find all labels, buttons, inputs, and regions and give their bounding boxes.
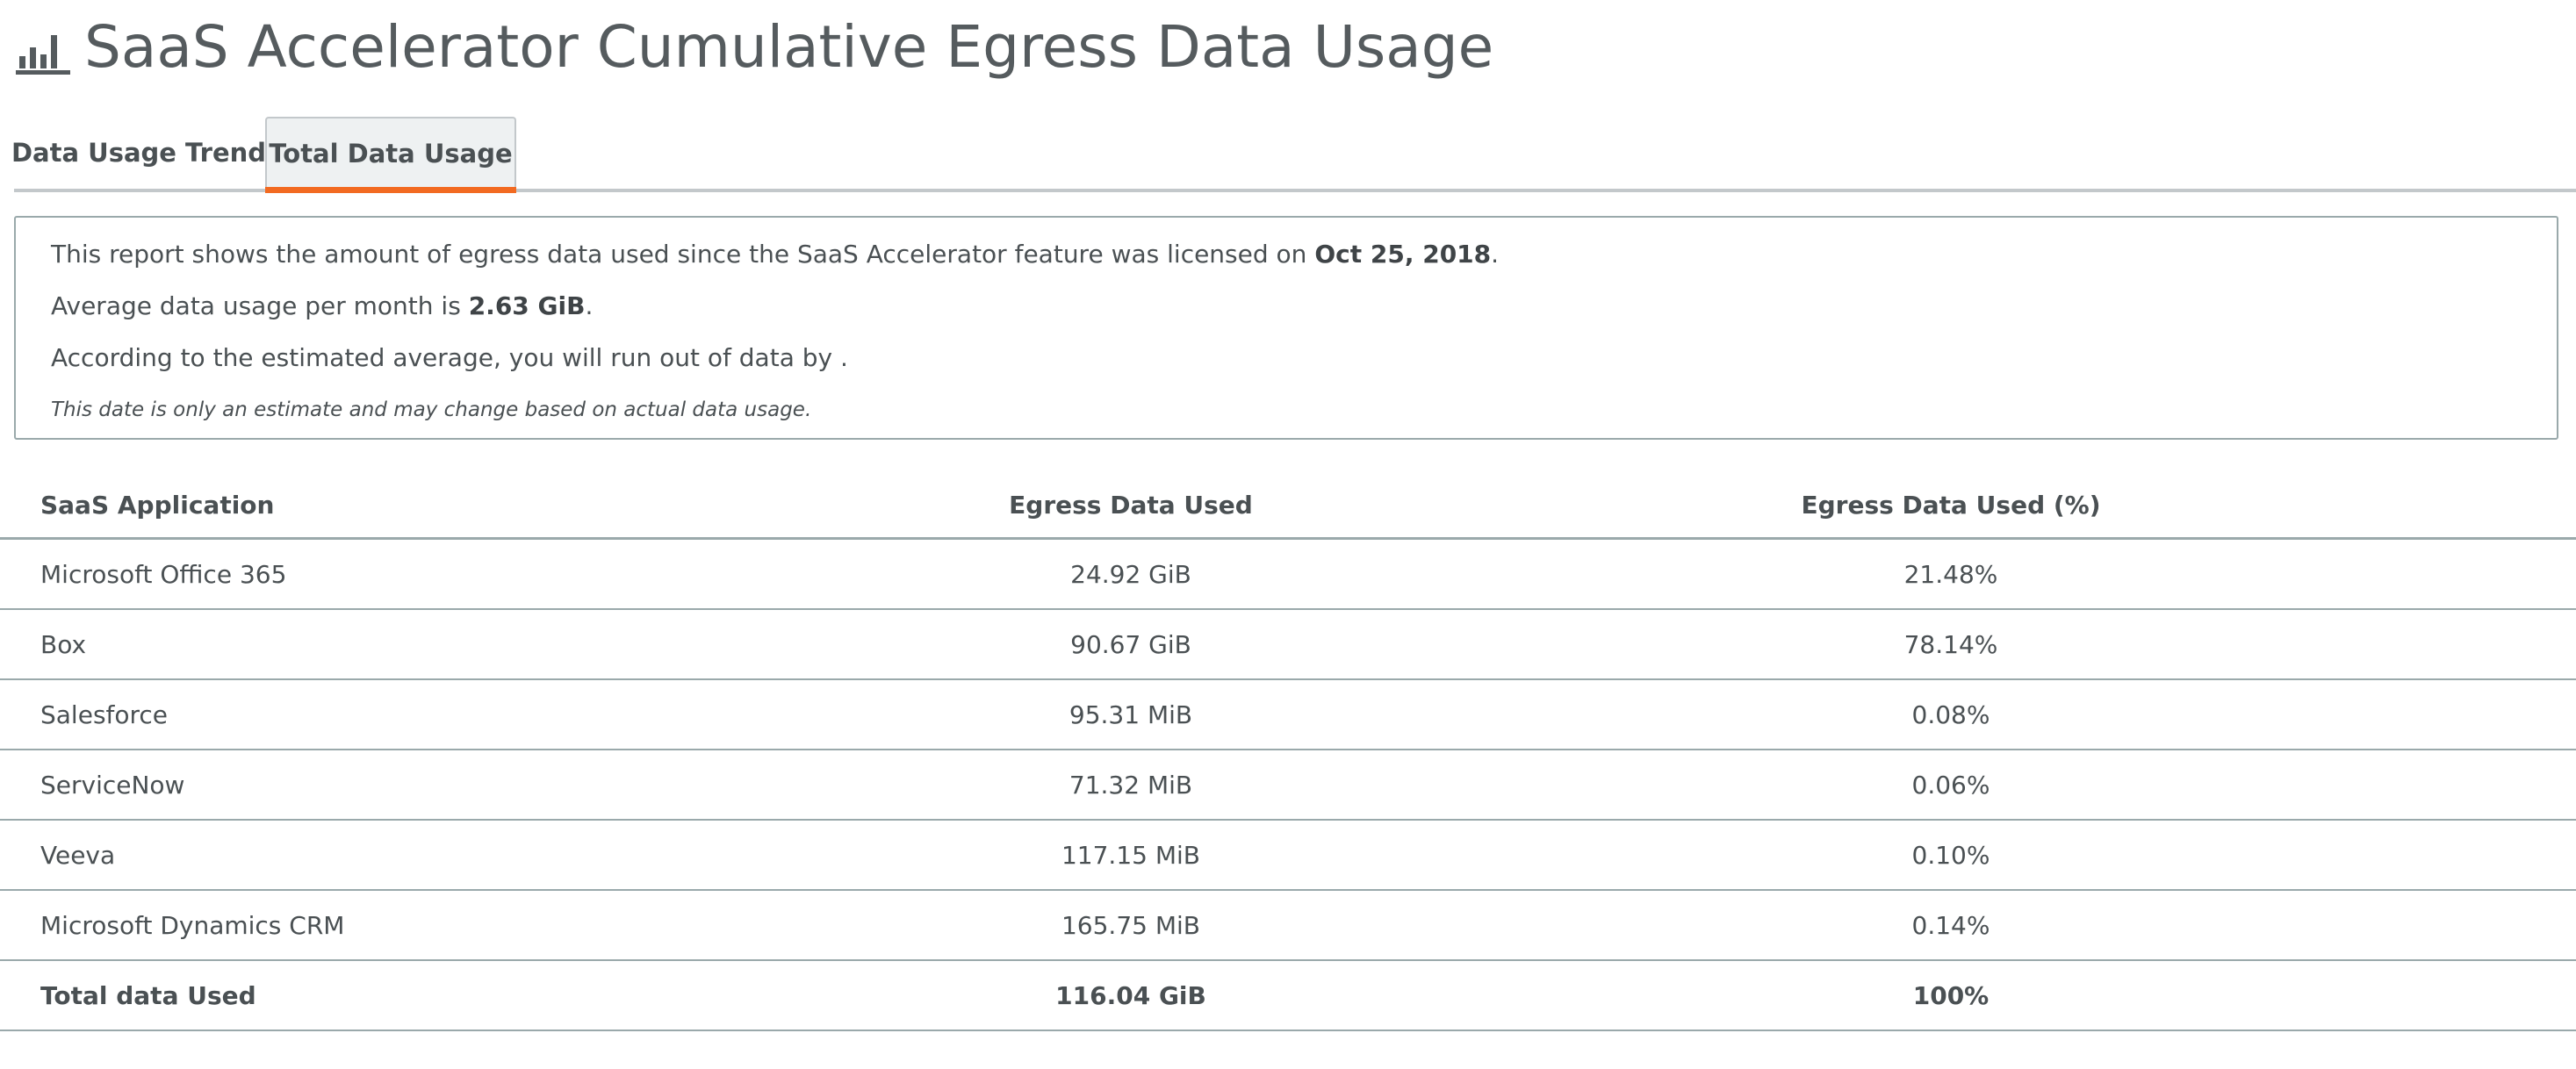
average-usage-text: Average data usage per month is 2.63 GiB… (51, 291, 594, 320)
cell-percent: 0.14% (1326, 890, 2576, 961)
table-row: Box 90.67 GiB 78.14% (0, 609, 2576, 680)
page-header: SaaS Accelerator Cumulative Egress Data … (14, 9, 1493, 84)
table-header-row: SaaS Application Egress Data Used Egress… (0, 472, 2576, 540)
cell-used: 71.32 MiB (936, 750, 1326, 821)
cell-percent: 78.14% (1326, 609, 2576, 680)
table-row: Microsoft Dynamics CRM 165.75 MiB 0.14% (0, 890, 2576, 961)
cell-app: ServiceNow (0, 750, 936, 821)
egress-usage-table: SaaS Application Egress Data Used Egress… (0, 472, 2576, 1031)
cell-used: 24.92 GiB (936, 538, 1326, 610)
cell-app: Veeva (0, 820, 936, 891)
page-title: SaaS Accelerator Cumulative Egress Data … (84, 12, 1494, 81)
cell-app: Box (0, 609, 936, 680)
tab-total-data-usage[interactable]: Total Data Usage (265, 117, 516, 193)
cell-used: 90.67 GiB (936, 609, 1326, 680)
column-header-egress-data-used[interactable]: Egress Data Used (936, 472, 1326, 540)
table-row: Microsoft Office 365 24.92 GiB 21.48% (0, 538, 2576, 610)
tab-data-usage-trend[interactable]: Data Usage Trend (11, 117, 266, 189)
run-out-estimate-text: According to the estimated average, you … (51, 343, 848, 372)
bar-chart-icon (16, 35, 70, 75)
report-info-box: This report shows the amount of egress d… (14, 216, 2558, 440)
total-used: 116.04 GiB (936, 960, 1326, 1031)
license-date: Oct 25, 2018 (1314, 240, 1492, 269)
license-info-text: This report shows the amount of egress d… (51, 240, 1500, 269)
cell-percent: 0.06% (1326, 750, 2576, 821)
cell-app: Microsoft Office 365 (0, 538, 936, 610)
cell-used: 117.15 MiB (936, 820, 1326, 891)
cell-used: 165.75 MiB (936, 890, 1326, 961)
tab-bar: Data Usage Trend Total Data Usage (11, 117, 2576, 193)
cell-used: 95.31 MiB (936, 679, 1326, 750)
table-row: Veeva 117.15 MiB 0.10% (0, 820, 2576, 891)
total-percent: 100% (1326, 960, 2576, 1031)
cell-app: Microsoft Dynamics CRM (0, 890, 936, 961)
cell-percent: 21.48% (1326, 538, 2576, 610)
average-usage-value: 2.63 GiB (468, 291, 586, 320)
estimate-disclaimer: This date is only an estimate and may ch… (51, 398, 812, 421)
total-row: Total data Used 116.04 GiB 100% (0, 960, 2576, 1031)
table-row: Salesforce 95.31 MiB 0.08% (0, 679, 2576, 750)
cell-percent: 0.10% (1326, 820, 2576, 891)
cell-percent: 0.08% (1326, 679, 2576, 750)
column-header-saas-application[interactable]: SaaS Application (0, 472, 936, 540)
total-label: Total data Used (0, 960, 936, 1031)
table-row: ServiceNow 71.32 MiB 0.06% (0, 750, 2576, 821)
column-header-egress-data-used-percent[interactable]: Egress Data Used (%) (1326, 472, 2576, 540)
cell-app: Salesforce (0, 679, 936, 750)
